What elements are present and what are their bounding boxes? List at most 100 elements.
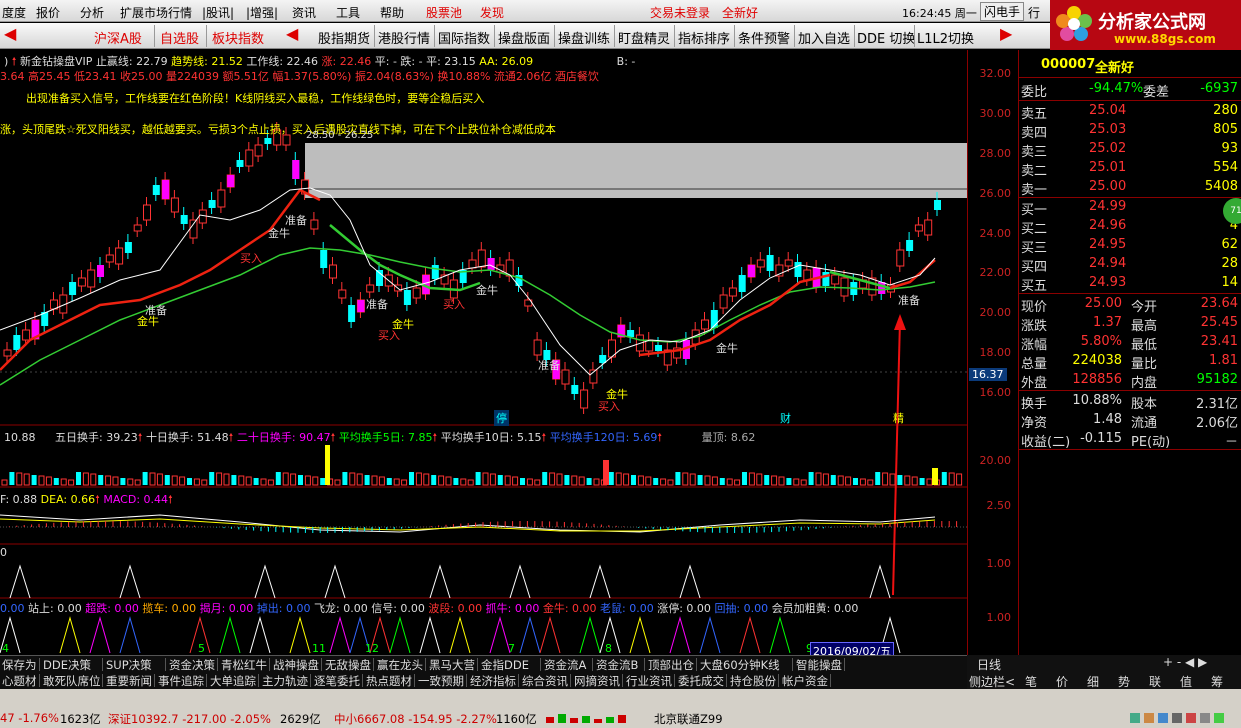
order-book-row[interactable]: 卖五 25.04 280 [1019,102,1241,122]
ob-volume: 28 [1221,256,1238,271]
order-book-row[interactable]: 买四 24.94 28 [1019,255,1241,275]
add-watchlist-button[interactable]: 加入自选 [798,28,850,47]
arrow-right-icon[interactable]: ▶ [1000,24,1012,43]
tab-hk[interactable]: 港股行情 [378,28,430,47]
side-tab[interactable]: 筹 [1211,673,1223,690]
order-book-row[interactable]: 卖一 25.00 5408 [1019,178,1241,198]
kline-svg[interactable] [0,50,967,655]
signal-label: 准备 [538,359,560,372]
tab-indicator-sort[interactable]: 指标排序 [678,28,730,47]
tab-sector-index[interactable]: 板块指数 [212,28,264,47]
signal-label: 金牛 [268,227,290,240]
bottom-tab[interactable]: 逐笔委托 [314,673,360,689]
bottom-tab[interactable]: 一致预期 [418,673,464,689]
menu-item[interactable]: 帮助 [380,4,404,21]
time-tick: 4 [2,642,9,655]
menu-item[interactable]: 资讯 [292,4,316,21]
tab-scroll[interactable]: + - ◀ ▶ [1163,655,1207,669]
tab-intl-index[interactable]: 国际指数 [438,28,490,47]
tab-watchlist[interactable]: 自选股 [160,28,199,47]
bottom-tab[interactable]: 赢在龙头 [377,657,423,673]
menu-item[interactable]: 扩展市场行情 [120,4,192,21]
menu-item[interactable]: |股讯| [202,4,234,21]
bottom-tab[interactable]: 顶部出仓 [648,657,694,673]
bottom-tab[interactable]: 青松红牛 [221,657,267,673]
tab-monitor[interactable]: 盯盘精灵 [618,28,670,47]
bottom-tab[interactable]: 资金流B [596,657,638,673]
ob-label: 买三 [1021,241,1048,256]
bottom-tab[interactable]: 综合资讯 [522,673,568,689]
bottom-tab[interactable]: 重要新闻 [106,673,152,689]
tab-training[interactable]: 操盘训练 [558,28,610,47]
feature-marker[interactable]: 精 [893,410,904,426]
tab-alert[interactable]: 条件预警 [738,28,790,47]
bottom-tab[interactable]: 黑马大营 [429,657,475,673]
bottom-tab[interactable]: 事件追踪 [158,673,204,689]
bottom-tab[interactable]: 大盘60分钟K线 [700,657,780,673]
tab-daily[interactable]: 日线 [977,656,1001,673]
bottom-tab[interactable]: 心题材 [2,673,37,689]
side-tab[interactable]: 细 [1087,673,1099,690]
menu-item-stock-pool[interactable]: 股票池 [426,4,462,21]
menu-item-discover[interactable]: 发现 [480,4,504,21]
tab-shsz-a[interactable]: 沪深A股 [94,28,142,47]
order-book-row[interactable]: 买五 24.93 14 [1019,274,1241,294]
bottom-tab[interactable]: 热点题材 [366,673,412,689]
chart-area[interactable]: ) 🠕 新金钻操盘VIP 止赢线: 22.79 趋势线: 21.52 工作线: … [0,50,967,660]
bottom-tab[interactable]: 持仓股份 [730,673,776,689]
ob-price: 24.96 [1089,218,1127,233]
index-sme[interactable]: 中小6667.08 -154.95 -2.27% [334,711,497,727]
tray-icons[interactable] [1130,711,1230,725]
side-tab[interactable]: 侧边栏< [969,673,1015,690]
order-book-row[interactable]: 卖四 25.03 805 [1019,121,1241,141]
side-tab[interactable]: 价 [1056,673,1068,690]
bottom-tab[interactable]: 资金决策 [169,657,215,673]
bottom-tab[interactable]: 大单追踪 [210,673,256,689]
halt-marker[interactable]: 停 [494,410,509,426]
side-tab[interactable]: 联 [1149,673,1161,690]
side-tab[interactable]: 势 [1118,673,1130,690]
bottom-tab[interactable]: 战神操盘 [273,657,319,673]
bottom-tab[interactable]: 敢死队席位 [43,673,101,689]
bottom-tab[interactable]: 委托成交 [678,673,724,689]
menu-item[interactable]: 报价 [36,4,60,21]
order-book-row[interactable]: 卖二 25.01 554 [1019,159,1241,179]
menu-item[interactable]: 度度 [2,4,26,21]
arrow-left-icon[interactable]: ◀ [286,24,298,43]
menu-item[interactable]: 分析 [80,4,104,21]
side-tab[interactable]: 值 [1180,673,1192,690]
menu-item[interactable]: 工具 [336,4,360,21]
index-sz[interactable]: 深证10392.7 -217.00 -2.05% [108,711,271,727]
bottom-tab[interactable]: 网摘资讯 [574,673,620,689]
order-book-row[interactable]: 买一24.996 [1019,198,1241,218]
tab-layout[interactable]: 操盘版面 [498,28,550,47]
flash-trade-button[interactable]: 闪电手 [980,2,1025,21]
bottom-tab[interactable]: 帐户资金 [782,673,828,689]
login-status[interactable]: 交易未登录 [650,4,710,21]
index-sh[interactable]: 47 -1.76% [0,711,59,725]
menu-item[interactable]: |增强| [246,4,278,21]
order-book-row[interactable]: 买二 24.96 4 [1019,217,1241,237]
bottom-tab[interactable]: 资金流A [544,657,586,673]
bottom-tab[interactable]: 智能操盘 [796,657,842,673]
bottom-tab[interactable]: 金指DDE [481,657,529,673]
bottom-tab[interactable]: 经济指标 [470,673,516,689]
finance-marker[interactable]: 财 [780,410,791,426]
info-tabs: 心题材 敢死队席位 重要新闻 事件追踪 大单追踪 主力轨迹 逐笔委托 热点题材 一致预期 经济指标… [0,672,967,689]
arrow-left-icon[interactable]: ◀ [4,24,16,43]
bottom-tab[interactable]: DDE决策 [43,657,91,673]
tab-futures[interactable]: 股指期货 [318,28,370,47]
bottom-tab[interactable]: 行业资讯 [626,673,672,689]
order-book-row[interactable]: 卖三 25.02 93 [1019,140,1241,160]
bottom-tab[interactable]: 保存为 [2,657,37,673]
network-status[interactable]: 北京联通Z99 [654,711,723,727]
menu-item[interactable]: 行 [1028,4,1040,21]
bottom-tab[interactable]: 主力轨迹 [262,673,308,689]
dde-switch-button[interactable]: DDE 切换 [857,28,915,47]
side-tab[interactable]: 笔 [1025,673,1037,690]
l1l2-switch-button[interactable]: L1L2切换 [917,28,974,47]
signal-label: 金牛 [476,284,498,297]
order-book-row[interactable]: 买三 24.95 62 [1019,236,1241,256]
bottom-tab[interactable]: 无敌操盘 [325,657,371,673]
bottom-tab[interactable]: SUP决策 [106,657,152,673]
